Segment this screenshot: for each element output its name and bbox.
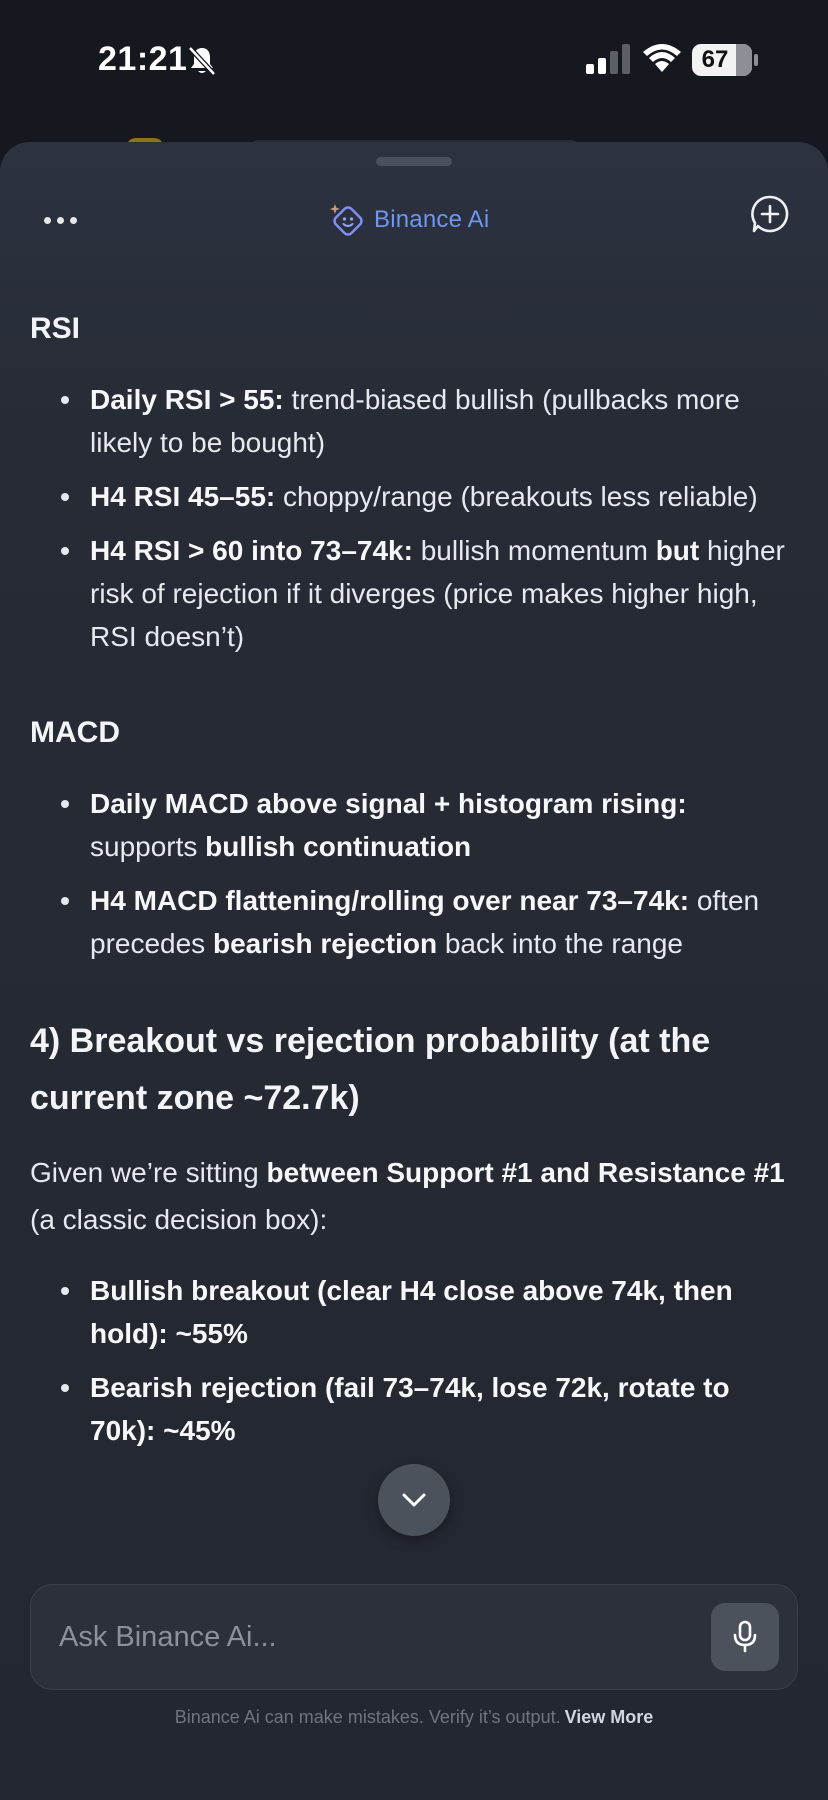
list-item: H4 RSI 45–55: choppy/range (breakouts le… (30, 475, 800, 518)
microphone-icon (733, 1620, 757, 1653)
chevron-down-icon (402, 1493, 426, 1507)
list-item: Daily MACD above signal + histogram risi… (30, 782, 800, 868)
new-chat-icon[interactable] (750, 194, 790, 234)
binance-ai-logo-icon (330, 204, 363, 236)
sheet-grabber[interactable] (376, 157, 452, 166)
status-time: 21:21 (98, 40, 188, 78)
wifi-icon (643, 44, 681, 72)
list-item: Bearish rejection (fail 73–74k, lose 72k… (30, 1366, 800, 1452)
ai-disclaimer: Binance Ai can make mistakes. Verify it’… (174, 1707, 654, 1727)
list-item: H4 MACD flattening/rolling over near 73–… (30, 879, 800, 965)
chat-composer (30, 1584, 798, 1690)
brand-name: Binance Ai (374, 206, 490, 233)
battery-percent: 67 (701, 46, 729, 73)
macd-heading: MACD (30, 716, 120, 749)
ai-message: RSI Daily RSI > 55: trend-biased bullish… (30, 312, 800, 1452)
ask-input[interactable] (57, 1611, 701, 1663)
more-options-button[interactable] (36, 196, 84, 244)
view-more-link[interactable]: View More (565, 1707, 654, 1727)
chat-sheet: Binance Ai RSI Daily RSI > 55: trend-bia… (0, 142, 828, 1800)
probability-list: Bullish breakout (clear H4 close above 7… (30, 1269, 800, 1452)
more-dots-icon (43, 216, 51, 224)
list-item: H4 RSI > 60 into 73–74k: bullish momentu… (30, 529, 800, 658)
macd-list: Daily MACD above signal + histogram risi… (30, 782, 800, 965)
signal-icon (586, 44, 630, 74)
rsi-list: Daily RSI > 55: trend-biased bullish (pu… (30, 378, 800, 658)
battery-icon: 67 (692, 44, 752, 76)
voice-input-button[interactable] (711, 1603, 779, 1671)
list-item: Daily RSI > 55: trend-biased bullish (pu… (30, 378, 800, 464)
brand-title: Binance Ai (328, 192, 489, 248)
bell-slash-icon (188, 46, 216, 76)
scroll-to-bottom-button[interactable] (378, 1464, 450, 1536)
list-item: Bullish breakout (clear H4 close above 7… (30, 1269, 800, 1355)
section-4-heading: 4) Breakout vs rejection probability (at… (30, 1022, 711, 1117)
battery-nub (754, 54, 758, 66)
rsi-heading: RSI (30, 312, 81, 345)
section-4-intro: Given we’re sitting between Support #1 a… (30, 1157, 785, 1235)
status-bar: 21:21 67 (0, 0, 828, 120)
